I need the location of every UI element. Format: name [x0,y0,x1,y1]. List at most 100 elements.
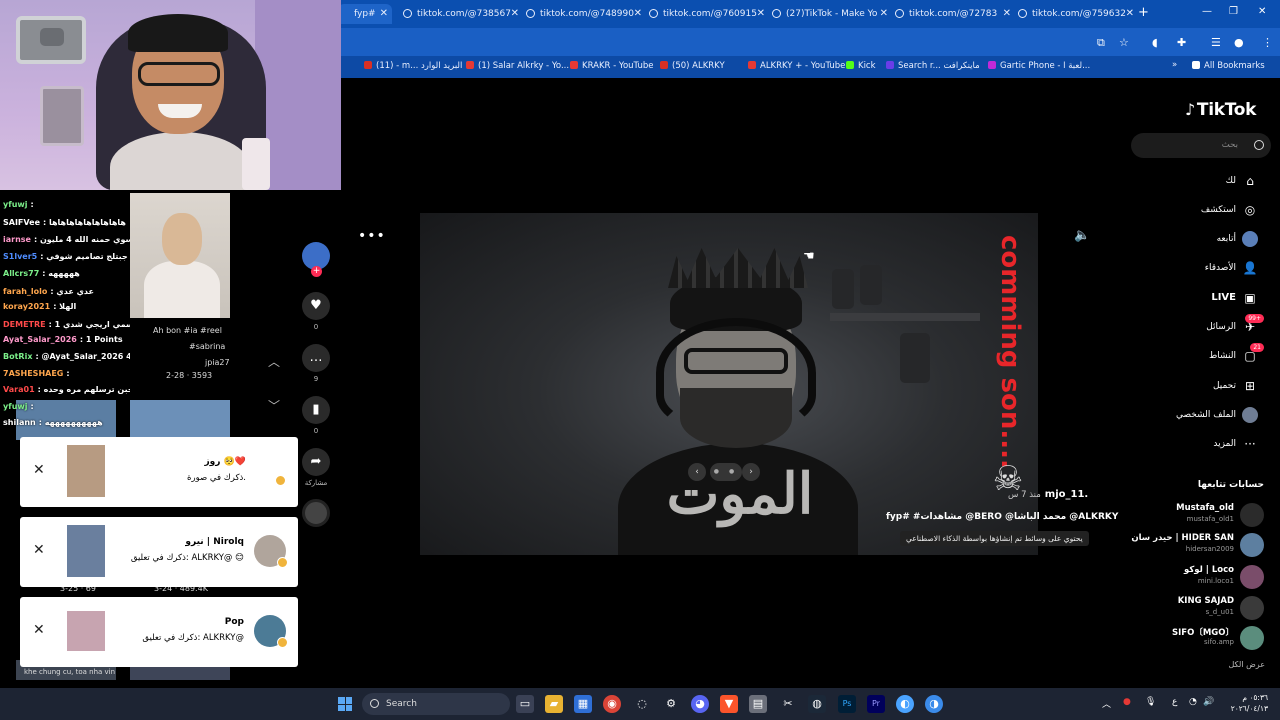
tray-app-icon[interactable]: ● [1123,697,1131,707]
bookmark-icon[interactable]: ▮ [302,396,330,424]
music-disc[interactable] [302,499,330,527]
show-all-link[interactable]: عرض الكل [1150,660,1265,669]
share-icon[interactable]: ➦ [302,448,330,476]
install-app-icon[interactable]: ⧉ [1097,36,1105,50]
comment-action[interactable]: … 9 [302,344,330,383]
app-icon[interactable]: ▤ [749,695,767,713]
save-action[interactable]: ▮ 0 [302,396,330,435]
tab-tiktok-3[interactable]: tiktok.com/@760915 ✕ [647,4,769,24]
carousel-prev-button[interactable]: ‹ [688,463,706,481]
following-account[interactable]: لوكو | Loco mini.loco1 [1120,563,1266,591]
close-tab-icon[interactable]: ✕ [1126,4,1134,24]
bookmark-item[interactable]: Gartic Phone - لعبة ا... [988,61,1090,71]
bookmark-item[interactable]: ALKRKY + - YouTube [748,61,845,71]
share-action[interactable]: ➦ مشاركة [302,448,330,487]
heart-icon[interactable]: ♥ [302,292,330,320]
all-bookmarks-button[interactable]: All Bookmarks [1192,61,1265,71]
follow-plus-icon[interactable]: + [311,266,322,277]
nav-following[interactable]: أتابعه [1140,228,1266,250]
notification-card[interactable]: ✕ نيرو | Nirolq ذكرك في تعليق: ALKRKY@ 😊 [20,517,298,587]
nav-friends[interactable]: الأصدقاء 👤 [1140,257,1266,279]
photoshop-icon[interactable]: Ps [838,695,856,713]
search-icon[interactable] [1254,140,1266,152]
discord-icon[interactable]: ◕ [691,695,709,713]
capcut-icon[interactable]: ✂ [779,695,797,713]
reading-list-icon[interactable]: ☰ [1211,36,1221,49]
profile-avatar-icon[interactable]: ● [1234,36,1244,49]
tab-tiktok-5[interactable]: tiktok.com/@72783 ✕ [893,4,1015,24]
video-player[interactable]: comming son.... الموت ☠ ‹ ● ● › [420,213,1038,555]
previous-video-icon[interactable]: ︿ [262,350,286,374]
close-window-icon[interactable]: ✕ [1258,6,1266,17]
video-author[interactable]: منذ 7 س mjo_11. [1008,489,1088,500]
language-icon[interactable]: ع [1172,697,1177,707]
tiktok-logo[interactable]: ♪ TikTok [1185,100,1256,120]
close-tab-icon[interactable]: ✕ [511,4,519,24]
wifi-icon[interactable]: ◔ [1189,697,1197,707]
close-tab-icon[interactable]: ✕ [380,4,388,24]
close-tab-icon[interactable]: ✕ [880,4,888,24]
next-video-icon[interactable]: ﹀ [262,394,286,418]
tab-tiktok-6[interactable]: tiktok.com/@759632 ✕ [1016,4,1138,24]
new-tab-button[interactable]: + [1138,5,1149,20]
maximize-icon[interactable]: ❐ [1229,6,1238,17]
brave-icon[interactable]: ▼ [720,695,738,713]
nav-activity[interactable]: النشاط ▢ 21 [1140,343,1266,367]
file-explorer-icon[interactable]: ▰ [545,695,563,713]
following-account[interactable]: حيدر سان | HIDER SAN hidersan2009 [1120,531,1266,559]
premiere-icon[interactable]: Pr [867,695,885,713]
close-notification-icon[interactable]: ✕ [33,542,45,558]
close-tab-icon[interactable]: ✕ [634,4,642,24]
extension-icon[interactable]: ◖ [1152,36,1158,49]
bookmark-item[interactable]: Search r... ماينكرافت [886,61,980,71]
notification-card[interactable]: ✕ Pop ذكرك في تعليق: ALKRKY@ [20,597,298,667]
taskbar-search[interactable]: Search [362,693,510,715]
close-notification-icon[interactable]: ✕ [33,622,45,638]
author-name[interactable]: mjo_11. [1045,489,1088,500]
app-icon[interactable]: ◐ [896,695,914,713]
tab-tiktok-1[interactable]: tiktok.com/@738567 ✕ [401,4,523,24]
taskbar-clock[interactable]: ٠٥:٣٦ م ٢٠٢٦/٠٤/١٣ [1214,692,1268,714]
nav-for-you[interactable]: لك ⌂ [1140,170,1266,192]
comment-icon[interactable]: … [302,344,330,372]
store-icon[interactable]: ▦ [574,695,592,713]
volume-icon[interactable]: 🔊 [1203,697,1214,707]
nav-messages[interactable]: الرسائل ✈ 99+ [1140,314,1266,338]
nav-profile[interactable]: الملف الشخصي [1140,404,1266,426]
windows-start-icon[interactable] [338,697,352,711]
like-action[interactable]: ♥ 0 [302,292,330,331]
bookmark-item[interactable]: (1) Salar Alkrky - Yo... [466,61,569,71]
extensions-puzzle-icon[interactable]: ✚ [1177,36,1186,49]
tab-tiktok-2[interactable]: tiktok.com/@748990 ✕ [524,4,646,24]
nav-live[interactable]: LIVE ▣ [1140,287,1266,309]
search-input[interactable]: بحث [1131,133,1271,158]
close-tab-icon[interactable]: ✕ [757,4,765,24]
tab-tiktok-4[interactable]: (27)TikTok - Make Yo ✕ [770,4,892,24]
sound-icon[interactable]: 🔈 [1074,228,1090,243]
bookmark-item[interactable]: Kick [846,61,876,71]
obs-icon[interactable]: ◌ [633,695,651,713]
microphone-icon[interactable]: 🎙 [1145,697,1156,707]
bookmark-item[interactable]: (11) - m... البريد الوارد [364,61,462,71]
close-notification-icon[interactable]: ✕ [33,462,45,478]
bookmark-item[interactable]: KRAKR - YouTube [570,61,653,71]
carousel-next-button[interactable]: › [742,463,760,481]
browser-menu-icon[interactable]: ⋮ [1262,36,1273,49]
bookmarks-overflow-icon[interactable]: » [1172,60,1177,70]
settings-icon[interactable]: ⚙ [662,695,680,713]
app-icon[interactable]: ◑ [925,695,943,713]
nav-more[interactable]: المزيد ··· [1140,433,1266,455]
minimize-icon[interactable]: — [1202,6,1212,17]
notification-card[interactable]: ✕ روز 🥺❤️ ذكرك في صورة. [20,437,298,507]
following-account[interactable]: Mustafa_old mustafa_old1 [1120,501,1266,529]
nav-upload[interactable]: تحميل ⊞ [1140,375,1266,397]
tray-overflow-icon[interactable]: ︿ [1102,697,1111,710]
task-view-icon[interactable]: ▭ [516,695,534,713]
following-account[interactable]: KING SAJAD s_d_u01 [1120,594,1266,622]
tab-fyp[interactable]: fyp# ✕ [338,4,392,24]
close-tab-icon[interactable]: ✕ [1003,4,1011,24]
bookmark-item[interactable]: (50) ALKRKY [660,61,725,71]
nav-explore[interactable]: استكشف ◎ [1140,199,1266,221]
more-options-icon[interactable]: ••• [358,228,386,244]
chrome-icon[interactable]: ◉ [603,695,621,713]
